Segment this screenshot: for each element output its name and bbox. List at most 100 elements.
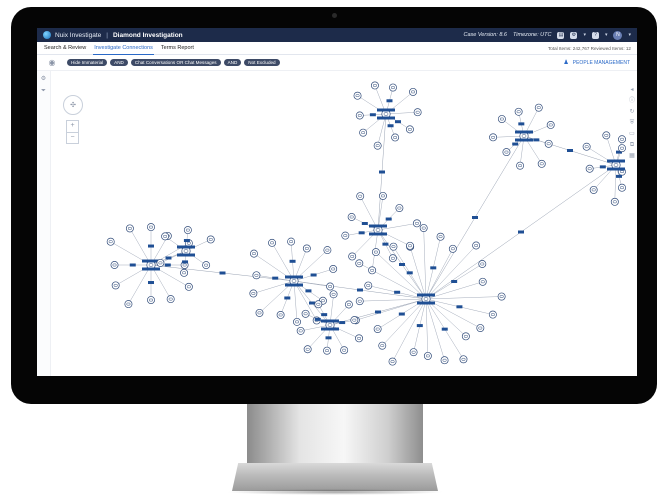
- graph-node: [502, 148, 511, 157]
- filter-chip[interactable]: Chat Conversations OR Chat Messages: [130, 59, 221, 66]
- graph-node: [497, 292, 506, 301]
- tab-investigate-connections[interactable]: Investigate Connections: [93, 42, 154, 55]
- case-icon[interactable]: ▤: [557, 31, 565, 39]
- edge-label: [369, 232, 375, 236]
- edge-label: [165, 256, 172, 260]
- graph-node: [323, 246, 332, 255]
- edge-label: [219, 271, 226, 275]
- title-bar-right: Case Version: 8.6 Timezone: UTC ▤ ⚙ ▾ ? …: [463, 30, 637, 40]
- graph-node: [373, 141, 382, 150]
- title-separator: |: [106, 31, 108, 39]
- graph-node: [419, 224, 428, 233]
- graph-node: [582, 142, 591, 151]
- edge-label: [285, 275, 291, 279]
- edge-label: [177, 253, 183, 257]
- edge-label: [377, 116, 383, 120]
- graph-node: [368, 266, 377, 275]
- edge-label: [291, 283, 297, 287]
- settings-icon[interactable]: ⚙: [40, 75, 48, 83]
- filter-chip[interactable]: Hide Immaterial: [67, 59, 108, 66]
- filter-chip[interactable]: Not Excluded: [244, 59, 280, 66]
- help-icon[interactable]: ?: [591, 31, 599, 39]
- edge-label: [148, 281, 154, 285]
- edge-label: [310, 273, 317, 277]
- edge-label: [291, 275, 297, 279]
- edge-label: [383, 108, 389, 112]
- edge-label: [416, 324, 423, 328]
- graph-node: [326, 282, 335, 291]
- graph-node: [106, 237, 115, 246]
- edge-label: [417, 301, 423, 305]
- edge-label: [309, 301, 315, 305]
- eye-icon[interactable]: ◉: [47, 58, 57, 68]
- graph-node: [340, 346, 349, 355]
- monitor-shadow: [226, 489, 444, 495]
- edge-label: [521, 138, 527, 142]
- edge-label: [142, 267, 148, 271]
- edge-label: [533, 138, 540, 142]
- graph-node: [296, 326, 305, 335]
- graph-node: [147, 223, 155, 232]
- item-stats: Total Items: 242,767 Reviewed Items: 12: [548, 45, 631, 51]
- graph-node: [602, 131, 611, 140]
- graph-node: [364, 281, 373, 290]
- expand-icon[interactable]: ◂: [629, 87, 636, 94]
- monitor-stand-neck: [247, 404, 423, 464]
- tab-search-review[interactable]: Search & Review: [43, 42, 87, 54]
- graph-node: [488, 310, 497, 319]
- people-management-label: PEOPLE MANAGEMENT: [572, 59, 630, 66]
- graph-node: [489, 133, 498, 142]
- info-icon[interactable]: ⓘ: [629, 98, 636, 105]
- zoom-in-button[interactable]: +: [67, 121, 78, 132]
- filter-operator-chip[interactable]: AND: [223, 59, 242, 66]
- edge-label: [183, 245, 189, 249]
- edge-label: [333, 319, 339, 323]
- graph-node: [371, 248, 380, 257]
- graph-edge: [355, 298, 427, 321]
- edge-label: [297, 283, 303, 287]
- chat-icon[interactable]: ▭: [629, 131, 636, 138]
- chevron-down-icon[interactable]: ▾: [605, 32, 608, 38]
- navigation-compass-icon[interactable]: ✣: [63, 95, 83, 115]
- copy-icon[interactable]: ⧉: [629, 142, 636, 149]
- chevron-down-icon[interactable]: ▾: [583, 32, 586, 38]
- calendar-icon[interactable]: ▦: [629, 153, 636, 160]
- settings-icon[interactable]: ⚙: [570, 31, 578, 39]
- filter-operator-chip[interactable]: AND: [110, 59, 128, 66]
- edge-label: [389, 116, 395, 120]
- edge-label: [441, 327, 448, 331]
- tab-terms-report[interactable]: Terms Report: [160, 42, 195, 54]
- avatar[interactable]: N: [613, 30, 623, 40]
- graph-node: [478, 277, 487, 286]
- filter-icon[interactable]: ⏷: [40, 87, 48, 95]
- refresh-icon[interactable]: ↻: [629, 109, 636, 116]
- edge-label: [619, 159, 625, 163]
- graph-node: [355, 111, 364, 120]
- shield-icon[interactable]: ⛨: [629, 120, 636, 127]
- edge-label: [177, 245, 183, 249]
- zoom-out-button[interactable]: −: [67, 131, 78, 144]
- edge-label: [357, 288, 363, 292]
- graph-node: [147, 296, 155, 304]
- graph-node: [250, 249, 258, 258]
- edge-label: [375, 310, 381, 314]
- graph-node: [353, 91, 362, 100]
- graph-node: [618, 144, 626, 153]
- edge-label: [183, 253, 189, 257]
- graph-node: [388, 357, 397, 366]
- edge-label: [381, 232, 387, 236]
- graph-node: [356, 192, 365, 201]
- graph-node: [476, 324, 485, 333]
- graph-node: [329, 265, 338, 273]
- chevron-down-icon[interactable]: ▾: [628, 32, 631, 38]
- left-toolbar: ⚙ ⏷: [37, 71, 51, 376]
- edge-label: [429, 301, 435, 305]
- graph-node: [302, 244, 311, 253]
- case-version: Case Version: 8.6: [463, 32, 507, 38]
- edge-label: [148, 259, 154, 263]
- graph-node: [412, 219, 421, 228]
- people-management-button[interactable]: ♟ PEOPLE MANAGEMENT: [563, 59, 630, 67]
- right-toolbar: ◂ ⓘ ↻ ⛨ ▭ ⧉ ▦: [627, 83, 637, 376]
- connections-graph[interactable]: [50, 71, 628, 376]
- graph-node: [589, 185, 598, 194]
